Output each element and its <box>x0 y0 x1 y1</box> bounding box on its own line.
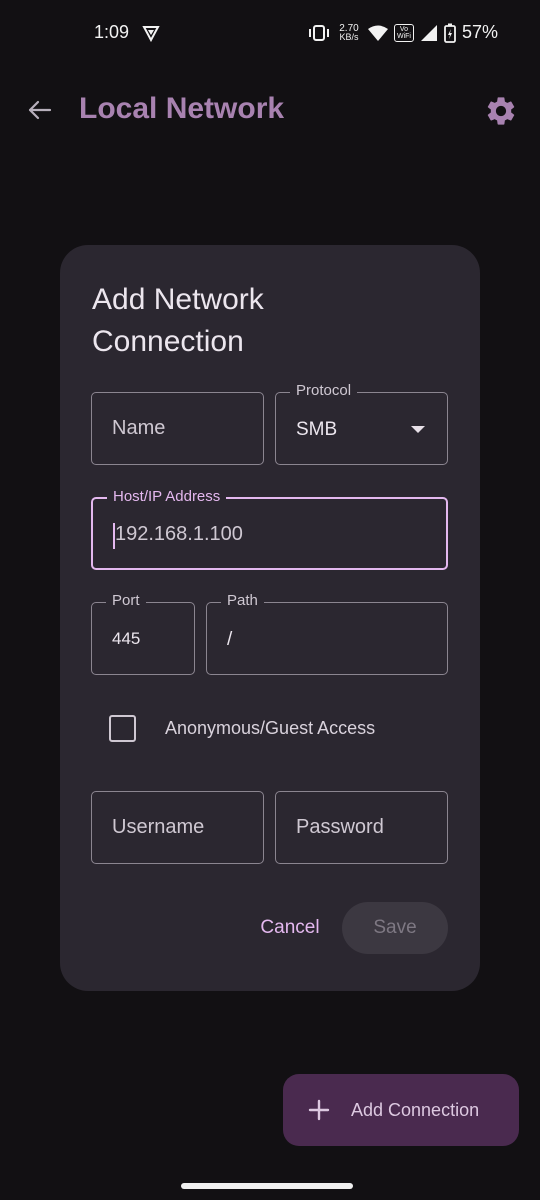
signal-icon <box>420 24 437 41</box>
add-connection-dialog: Add Network Connection Name Protocol SMB… <box>60 245 480 991</box>
vowifi-top: Vo <box>399 25 409 33</box>
battery-percent: 57% <box>461 22 498 42</box>
port-field[interactable]: Port 445 <box>91 592 195 675</box>
vpn-shield-icon <box>142 26 160 42</box>
path-value: / <box>227 629 233 650</box>
arrow-left-icon[interactable] <box>24 94 56 126</box>
page-title: Local Network <box>79 92 285 125</box>
protocol-select[interactable]: Protocol SMB <box>275 382 448 465</box>
path-field[interactable]: Path / <box>206 592 448 675</box>
password-field[interactable]: Password <box>275 791 448 864</box>
status-time: 1:09 <box>94 22 130 42</box>
name-placeholder: Name <box>112 417 166 439</box>
speed-unit: KB/s <box>339 31 359 42</box>
port-value: 445 <box>112 629 141 648</box>
status-bar: 1:09 2.70 KB/s Vo WiFi 57% <box>0 0 540 66</box>
username-field[interactable]: Username <box>91 791 264 864</box>
name-field[interactable]: Name <box>91 392 264 465</box>
username-placeholder: Username <box>112 816 205 838</box>
vowifi-badge: Vo WiFi <box>393 23 414 42</box>
plus-icon <box>308 1099 330 1121</box>
gear-icon[interactable] <box>484 94 518 128</box>
vibrate-icon <box>308 24 329 41</box>
gesture-nav-handle[interactable] <box>181 1183 353 1189</box>
path-label: Path <box>221 592 264 609</box>
dropdown-arrow-icon <box>411 426 425 433</box>
network-speed: 2.70 KB/s <box>336 23 362 42</box>
port-label: Port <box>106 592 146 609</box>
fab-label: Add Connection <box>351 1100 480 1120</box>
save-button[interactable]: Save <box>342 902 448 954</box>
add-connection-fab[interactable]: Add Connection <box>283 1074 519 1146</box>
host-placeholder: 192.168.1.100 <box>115 523 243 545</box>
protocol-label: Protocol <box>290 382 358 399</box>
cancel-button[interactable]: Cancel <box>240 902 340 954</box>
anonymous-label[interactable]: Anonymous/Guest Access <box>165 718 375 739</box>
battery-icon <box>444 23 456 43</box>
vowifi-bottom: WiFi <box>396 32 411 40</box>
protocol-value: SMB <box>296 419 338 440</box>
app-bar: Local Network <box>0 80 540 140</box>
wifi-icon <box>367 25 388 41</box>
host-field[interactable]: Host/IP Address 192.168.1.100 <box>91 488 448 570</box>
host-label: Host/IP Address <box>107 488 227 505</box>
status-icons: 2.70 KB/s Vo WiFi 57% <box>308 22 498 43</box>
password-placeholder: Password <box>296 816 384 838</box>
anonymous-checkbox[interactable] <box>109 715 136 742</box>
dialog-title: Add Network Connection <box>92 283 264 358</box>
